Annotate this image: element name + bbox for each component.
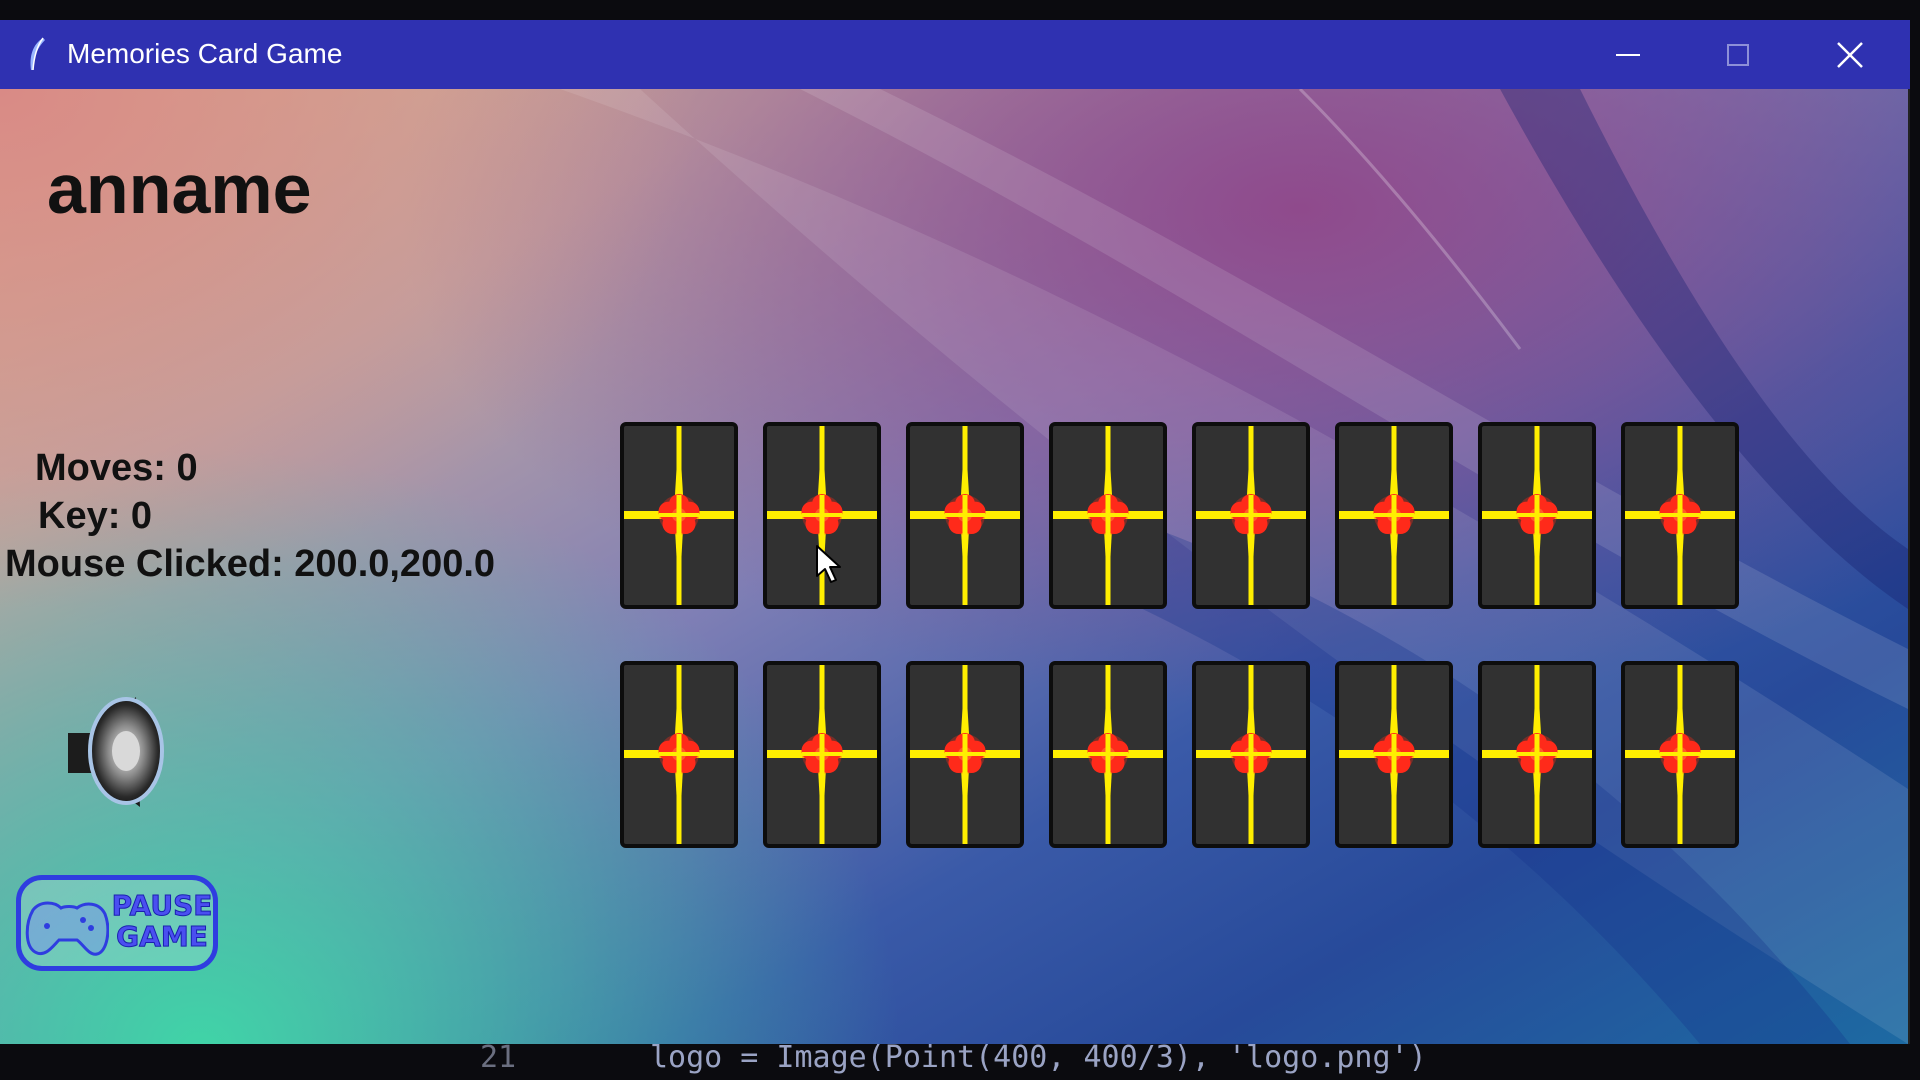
card-r2-c4[interactable]: [1049, 661, 1167, 848]
card-back-icon: [1196, 665, 1306, 844]
player-name: anname: [47, 150, 312, 228]
game-canvas[interactable]: anname Moves: 0 Key: 0 Mouse Clicked: 20…: [0, 89, 1908, 1044]
card-r1-c5[interactable]: [1192, 422, 1310, 609]
code-line-text: logo = Image(Point(400, 400/3), 'logo.pn…: [650, 1044, 1427, 1075]
card-back-icon: [1625, 665, 1735, 844]
card-back-icon: [1339, 665, 1449, 844]
card-r2-c5[interactable]: [1192, 661, 1310, 848]
pause-game-button[interactable]: PAUSE GAME: [16, 875, 218, 971]
title-bar[interactable]: Memories Card Game: [0, 20, 1910, 89]
card-back-icon: [624, 426, 734, 605]
card-r2-c1[interactable]: [620, 661, 738, 848]
card-r2-c8[interactable]: [1621, 661, 1739, 848]
card-r1-c3[interactable]: [906, 422, 1024, 609]
card-back-icon: [624, 665, 734, 844]
code-line-number: 21: [480, 1044, 517, 1075]
card-r1-c7[interactable]: [1478, 422, 1596, 609]
speaker-icon[interactable]: [60, 689, 180, 814]
card-back-icon: [910, 426, 1020, 605]
mouse-clicked-readout: Mouse Clicked: 200.0,200.0: [5, 543, 496, 585]
card-r2-c7[interactable]: [1478, 661, 1596, 848]
feather-icon: [30, 37, 45, 71]
card-back-icon: [1053, 665, 1163, 844]
gamepad-icon: [25, 901, 109, 956]
editor-background: 21 logo = Image(Point(400, 400/3), 'logo…: [0, 1044, 1920, 1080]
card-back-icon: [1053, 426, 1163, 605]
card-r2-c3[interactable]: [906, 661, 1024, 848]
card-r1-c8[interactable]: [1621, 422, 1739, 609]
pause-game-label: PAUSE GAME: [111, 889, 213, 953]
close-button[interactable]: [1795, 20, 1905, 89]
card-back-icon: [1625, 426, 1735, 605]
maximize-icon: [1727, 43, 1749, 66]
card-back-icon: [910, 665, 1020, 844]
card-back-icon: [1482, 426, 1592, 605]
maximize-button[interactable]: [1683, 20, 1793, 89]
mouse-cursor-icon: [816, 545, 841, 583]
close-icon: [1837, 41, 1863, 68]
card-r1-c1[interactable]: [620, 422, 738, 609]
card-r1-c4[interactable]: [1049, 422, 1167, 609]
minimize-icon: [1616, 53, 1640, 56]
moves-counter: Moves: 0: [35, 447, 198, 489]
game-window: Memories Card Game anname Moves: 0 Key: …: [0, 20, 1910, 1044]
card-r2-c2[interactable]: [763, 661, 881, 848]
card-back-icon: [1482, 665, 1592, 844]
card-back-icon: [1339, 426, 1449, 605]
card-back-icon: [767, 665, 877, 844]
card-r1-c6[interactable]: [1335, 422, 1453, 609]
card-back-icon: [1196, 426, 1306, 605]
window-title: Memories Card Game: [67, 38, 343, 69]
minimize-button[interactable]: [1573, 20, 1683, 89]
key-counter: Key: 0: [38, 495, 153, 537]
card-r2-c6[interactable]: [1335, 661, 1453, 848]
